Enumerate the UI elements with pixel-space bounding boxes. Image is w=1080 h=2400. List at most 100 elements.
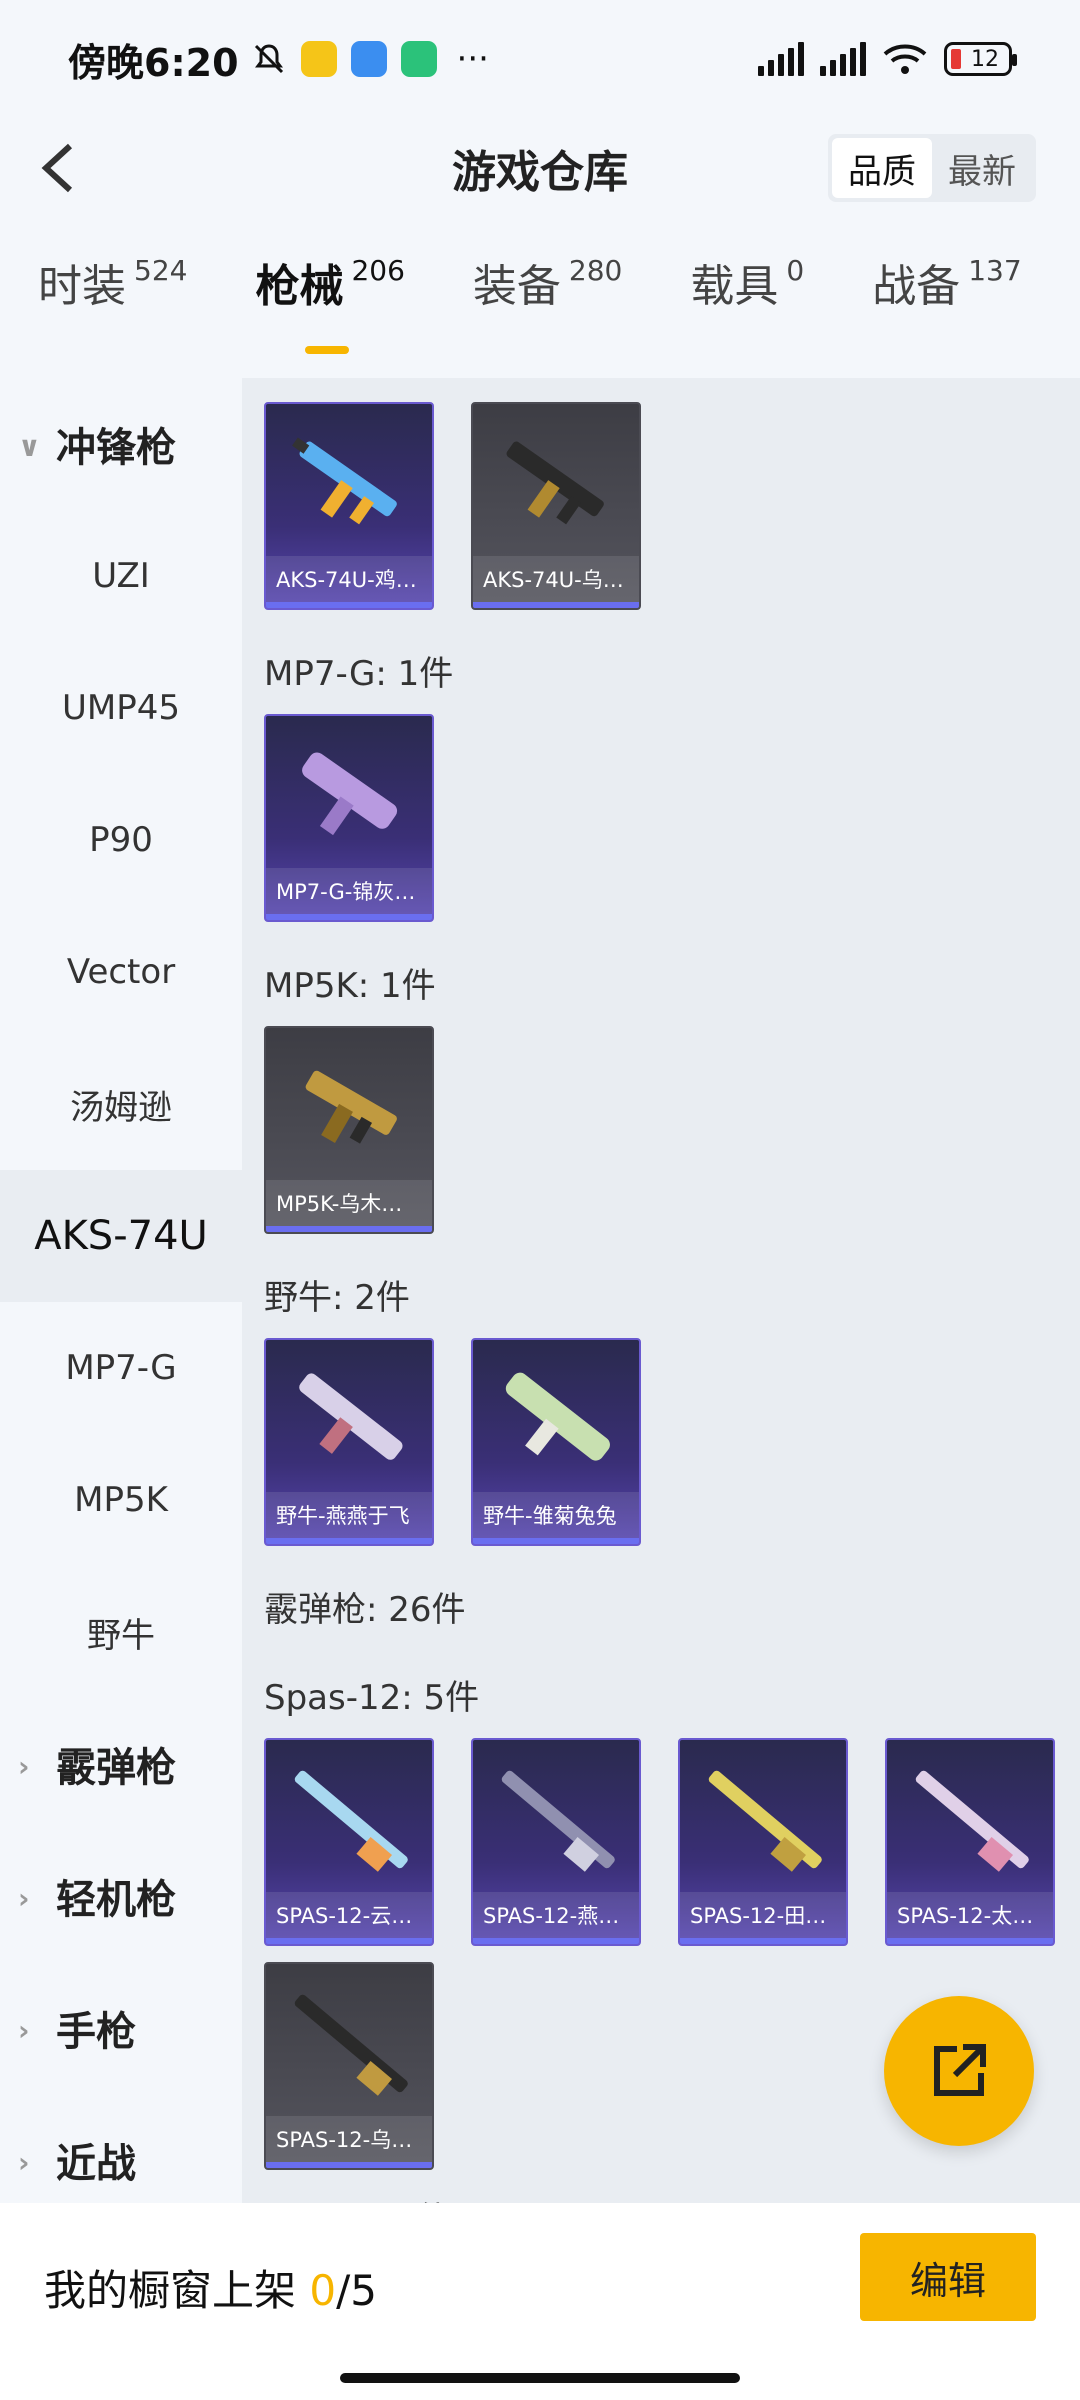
sidebar-item-thompson[interactable]: 汤姆逊 [0, 1038, 242, 1170]
smg-skin-image-icon [302, 752, 398, 836]
rarity-bar [473, 1938, 639, 1944]
card-label: SPAS-12-田… [680, 1892, 846, 1938]
tab-label: 枪械 [255, 261, 344, 312]
sidebar-item-label: 轻机枪 [56, 1877, 176, 1923]
section-header: MP7-G: 1件 [264, 653, 454, 694]
tab-vehicles[interactable]: 载具 0 [690, 250, 804, 314]
weapon-card[interactable]: AKS-74U-乌… [471, 402, 641, 610]
card-label: SPAS-12-乌… [266, 2116, 432, 2162]
sidebar-group-smg[interactable]: ∨ 冲锋枪 [0, 378, 242, 510]
tab-label: 载具 [690, 261, 779, 312]
sidebar-item-p90[interactable]: P90 [0, 774, 242, 906]
status-notification-icons: ··· [251, 39, 489, 79]
showcase-current-count: 0 [309, 2266, 337, 2315]
smg-skin-image-icon [506, 441, 604, 525]
rarity-bar [266, 1938, 432, 1944]
weapon-card[interactable]: MP5K-乌木… [264, 1026, 434, 1234]
weapon-card[interactable]: MP7-G-锦灰… [264, 714, 434, 922]
tab-equipment[interactable]: 装备 280 [473, 250, 622, 314]
sidebar-item-vector[interactable]: Vector [0, 906, 242, 1038]
shotgun-skin-image-icon [294, 1994, 408, 2096]
shotgun-skin-image-icon [708, 1770, 822, 1872]
bison-grid: 野牛-燕燕于飞 野牛-雏菊兔兔 [264, 1338, 1080, 1562]
card-label: MP7-G-锦灰… [266, 868, 432, 914]
aks74u-grid: AKS-74U-鸡… AKS-74U-乌… [264, 402, 1080, 626]
weapon-card[interactable]: 野牛-燕燕于飞 [264, 1338, 434, 1546]
sidebar-group-shotgun[interactable]: › 霰弹枪 [0, 1698, 242, 1830]
showcase-label: 我的橱窗上架 0/5 [44, 2257, 377, 2318]
section-header: 野牛: 2件 [264, 1277, 410, 1318]
sidebar-item-label: 冲锋枪 [56, 425, 176, 471]
weapon-card[interactable]: SPAS-12-田… [678, 1738, 848, 1946]
category-tabs: 时装 524 枪械 206 装备 280 载具 0 战备 137 [0, 250, 1080, 370]
card-label: MP5K-乌木… [266, 1180, 432, 1226]
section-header: 霰弹枪: 26件 [264, 1589, 466, 1630]
tab-weapons[interactable]: 枪械 206 [255, 250, 405, 354]
status-time: 傍晚6:20 [68, 40, 239, 85]
mp5k-grid: MP5K-乌木… [264, 1026, 1080, 1250]
smg-skin-image-icon [305, 1070, 397, 1144]
weapon-list: AKS-74U-鸡… AKS-74U-乌… MP7-G: 1件 MP7-G-锦灰… [242, 378, 1080, 2203]
back-arrow-icon[interactable] [30, 138, 90, 198]
page-title: 游戏仓库 [452, 147, 628, 198]
weapon-type-sidebar: ∨ 冲锋枪 UZI UMP45 P90 Vector 汤姆逊 AKS-74U MP… [0, 378, 242, 2203]
section-header: S1897: 7件 [264, 2186, 1080, 2204]
card-label: SPAS-12-燕… [473, 1892, 639, 1938]
share-button[interactable] [884, 1996, 1034, 2146]
chevron-right-icon: › [18, 1882, 30, 1915]
rarity-bar [266, 2162, 432, 2168]
sort-toggle: 品质 最新 [828, 134, 1036, 202]
section-header: MP5K: 1件 [264, 965, 436, 1006]
weapon-card[interactable]: SPAS-12-燕… [471, 1738, 641, 1946]
sidebar-item-aks74u[interactable]: AKS-74U [0, 1170, 242, 1302]
wifi-icon [883, 44, 927, 74]
rarity-bar [266, 602, 432, 608]
sidebar-item-label: 近战 [56, 2141, 136, 2187]
showcase-text: 我的橱窗上架 [44, 2266, 310, 2315]
edit-button[interactable]: 编辑 [860, 2233, 1036, 2321]
share-external-icon [934, 2044, 986, 2096]
rarity-bar [473, 602, 639, 608]
smg-skin-image-icon [299, 1373, 403, 1460]
sort-quality-button[interactable]: 品质 [832, 138, 932, 198]
home-indicator[interactable] [340, 2373, 740, 2383]
smg-skin-image-icon [292, 437, 397, 525]
card-label: AKS-74U-乌… [473, 556, 639, 602]
signal-icon [758, 42, 804, 76]
sidebar-item-uzi[interactable]: UZI [0, 510, 242, 642]
sidebar-item-label: 手枪 [56, 2009, 136, 2055]
weapon-card[interactable]: SPAS-12-云… [264, 1738, 434, 1946]
status-bar: 傍晚6:20 ··· 12 [0, 0, 1080, 118]
weapon-card[interactable]: 野牛-雏菊兔兔 [471, 1338, 641, 1546]
weapon-card[interactable]: SPAS-12-乌… [264, 1962, 434, 2170]
more-notifications-icon: ··· [456, 39, 489, 79]
sidebar-item-label: 霰弹枪 [56, 1745, 176, 1791]
app-notification-icon [300, 41, 337, 77]
sidebar-group-lmg[interactable]: › 轻机枪 [0, 1830, 242, 1962]
rarity-bar [473, 1538, 639, 1544]
tab-count: 0 [786, 254, 805, 287]
sidebar-item-bison[interactable]: 野牛 [0, 1566, 242, 1698]
rarity-bar [266, 1226, 432, 1232]
sidebar-item-mp5k[interactable]: MP5K [0, 1434, 242, 1566]
sort-latest-button[interactable]: 最新 [932, 138, 1032, 198]
weapon-card[interactable]: AKS-74U-鸡… [264, 402, 434, 610]
active-tab-indicator [305, 346, 350, 354]
showcase-bar: 我的橱窗上架 0/5 编辑 [0, 2203, 1080, 2400]
tab-fashion[interactable]: 时装 524 [38, 250, 187, 314]
card-label: SPAS-12-云… [266, 1892, 432, 1938]
card-label: 野牛-雏菊兔兔 [473, 1492, 639, 1538]
tab-supplies[interactable]: 战备 137 [872, 250, 1021, 314]
sidebar-item-ump45[interactable]: UMP45 [0, 642, 242, 774]
smg-skin-image-icon [505, 1372, 610, 1461]
sidebar-item-mp7g[interactable]: MP7-G [0, 1302, 242, 1434]
chevron-right-icon: › [18, 1750, 30, 1783]
tab-count: 137 [968, 254, 1022, 287]
tab-count: 206 [351, 254, 405, 287]
wallet-notification-icon [350, 41, 387, 77]
card-label: SPAS-12-太… [887, 1892, 1053, 1938]
section-header: Spas-12: 5件 [264, 1677, 480, 1718]
weapon-card[interactable]: SPAS-12-太… [885, 1738, 1055, 1946]
rarity-bar [266, 914, 432, 920]
sidebar-group-pistol[interactable]: › 手枪 [0, 1962, 242, 2094]
